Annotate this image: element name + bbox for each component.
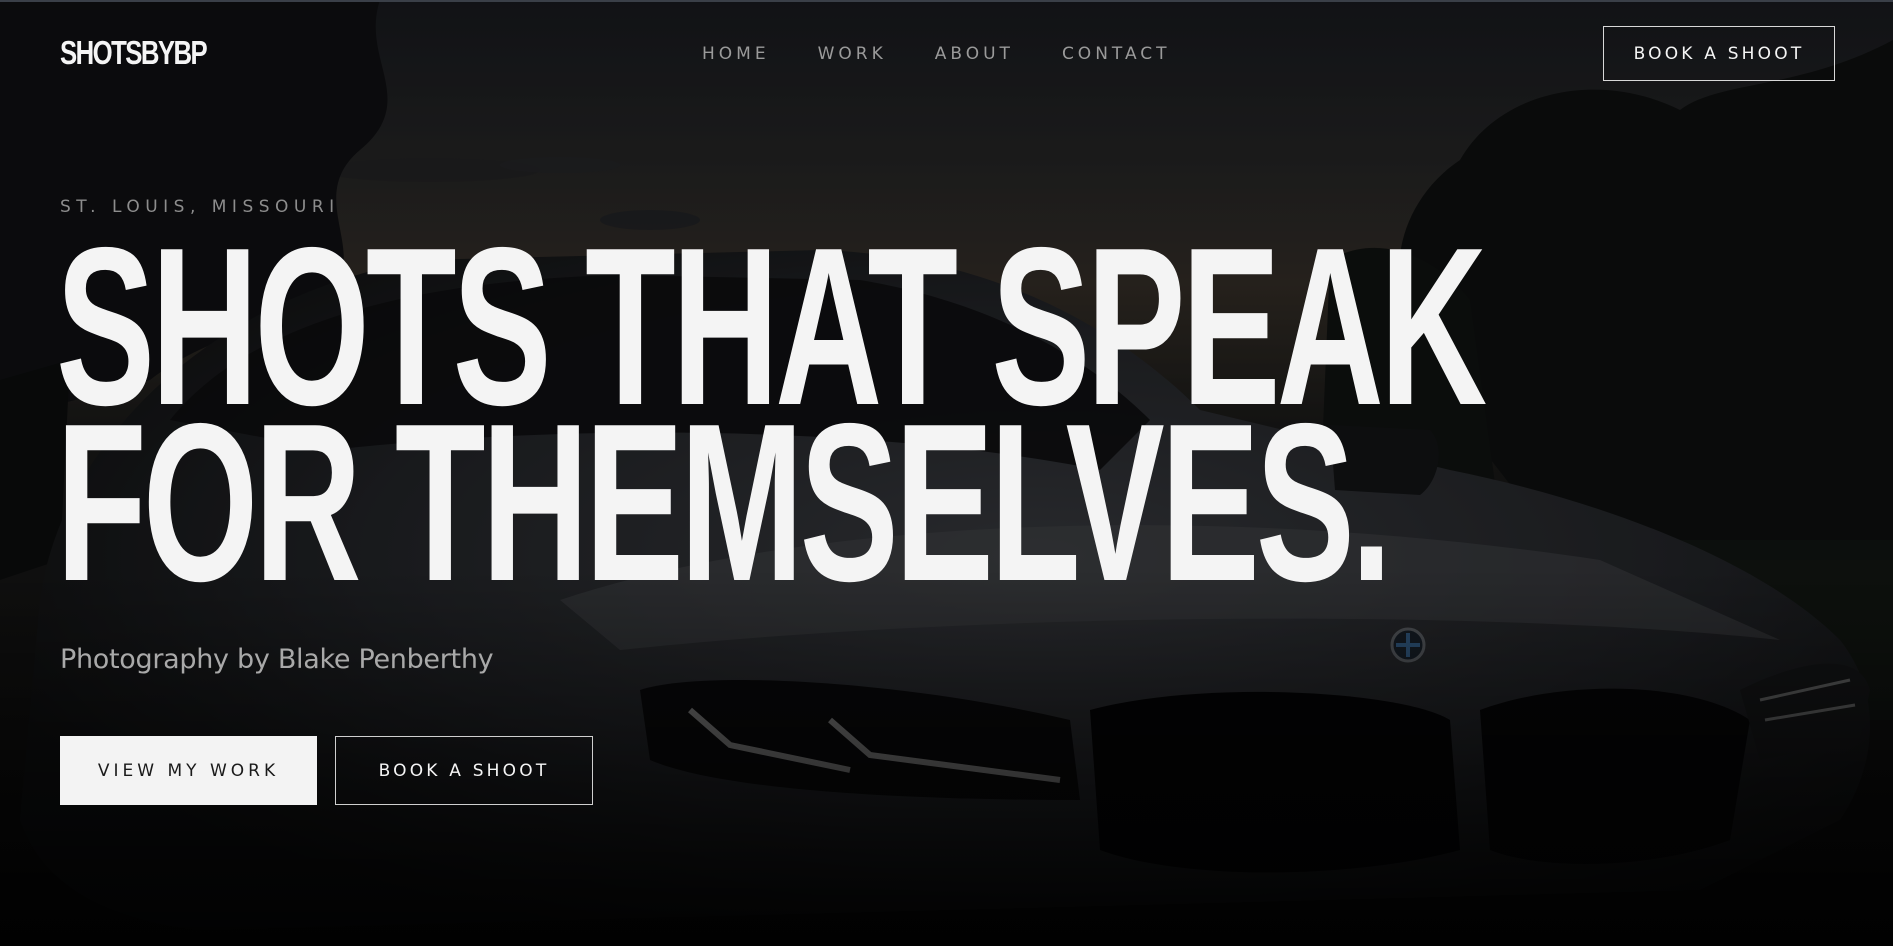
main-navigation: HOME WORK ABOUT CONTACT	[702, 44, 1219, 64]
hero-headline: SHOTS THAT SPEAK FOR THEMSELVES.	[56, 214, 1487, 628]
hero-subtitle: Photography by Blake Penberthy	[60, 644, 494, 675]
headline-line-2: FOR THEMSELVES.	[56, 376, 1392, 628]
top-border	[0, 0, 1893, 2]
nav-item-about[interactable]: ABOUT	[935, 44, 1014, 64]
nav-item-contact[interactable]: CONTACT	[1062, 44, 1171, 64]
view-my-work-button[interactable]: VIEW MY WORK	[60, 736, 317, 805]
book-a-shoot-button[interactable]: BOOK A SHOOT	[335, 736, 593, 805]
nav-item-home[interactable]: HOME	[702, 44, 770, 64]
book-a-shoot-nav-button[interactable]: BOOK A SHOOT	[1603, 26, 1835, 81]
site-logo[interactable]: SHOTSBYBP	[60, 34, 208, 72]
nav-item-work[interactable]: WORK	[818, 44, 887, 64]
